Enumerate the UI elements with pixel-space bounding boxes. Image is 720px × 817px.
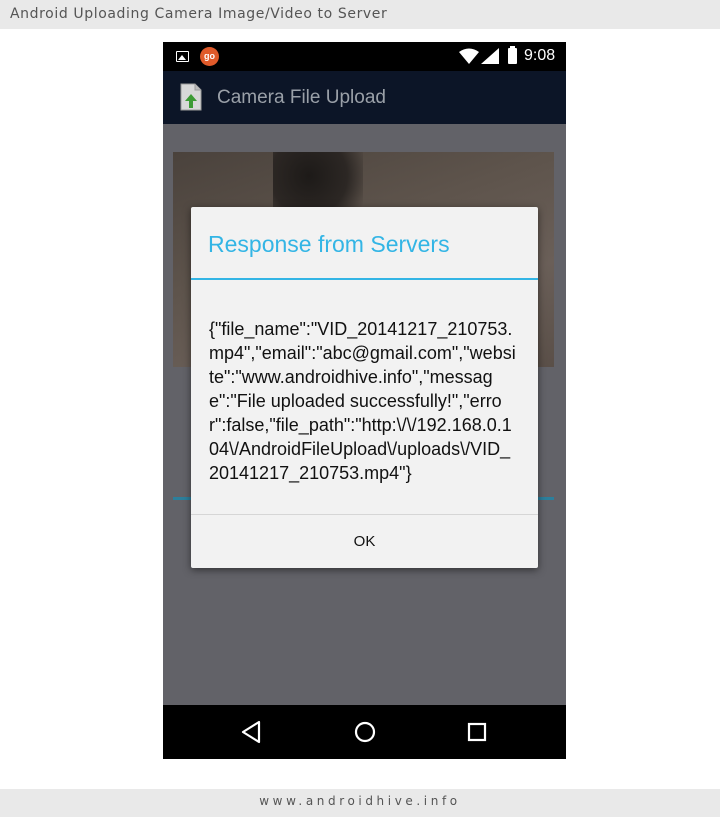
status-time: 9:08 [524, 47, 556, 64]
action-bar: Camera File Upload [163, 71, 566, 124]
app-title: Camera File Upload [217, 87, 386, 108]
site-footer: www.androidhive.info [0, 789, 720, 817]
signal-icon [481, 48, 499, 64]
go-icon: go [200, 47, 219, 66]
upload-file-icon [180, 83, 202, 111]
status-bar: go 9:08 [163, 42, 566, 71]
wifi-icon [459, 48, 479, 64]
response-dialog: Response from Servers {"file_name":"VID_… [191, 207, 538, 568]
gallery-icon [176, 51, 189, 62]
ok-button[interactable]: OK [191, 515, 538, 568]
phone-screen: go 9:08 Camera File Upload Response from… [163, 42, 566, 759]
dialog-title: Response from Servers [208, 231, 450, 257]
navigation-bar [163, 705, 566, 759]
dialog-title-divider [191, 278, 538, 280]
battery-icon [508, 46, 517, 64]
recents-icon[interactable] [466, 721, 488, 743]
back-icon[interactable] [240, 720, 262, 744]
dialog-message: {"file_name":"VID_20141217_210753.mp4","… [209, 319, 516, 483]
home-icon[interactable] [353, 720, 377, 744]
page-title-banner: Android Uploading Camera Image/Video to … [0, 0, 720, 29]
